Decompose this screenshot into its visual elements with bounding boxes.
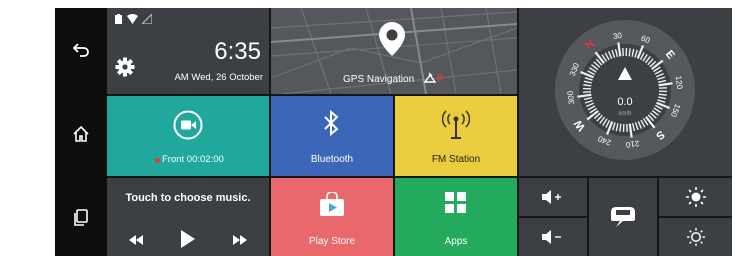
front-camera-tile[interactable]: Front 00:02:00	[107, 96, 269, 176]
speed-value: 0.0	[617, 96, 632, 108]
compass-tile[interactable]: N E S W 30 60 120 150 210 240 300 330 0.0 km/h	[519, 8, 732, 176]
signal-icon	[142, 14, 152, 24]
play-store-label: Play Store	[308, 236, 356, 247]
gps-satellite-count: 0	[437, 73, 443, 84]
music-prompt: Touch to choose music.	[125, 192, 251, 204]
brightness-down-icon	[686, 228, 705, 246]
previous-track-icon[interactable]	[129, 235, 143, 245]
back-button[interactable]	[55, 20, 107, 80]
compass-dial: N E S W 30 60120150210240300330 0.0 km/h	[555, 20, 695, 160]
clock-date: AM Wed, 26 October	[174, 72, 263, 83]
recording-status: Front 00:02:00	[162, 154, 224, 165]
recent-apps-icon	[74, 209, 88, 226]
brightness-up-button[interactable]	[659, 178, 732, 216]
compass-degree-label: 300	[566, 90, 577, 105]
battery-icon	[115, 14, 122, 24]
music-tile[interactable]: Touch to choose music.	[107, 178, 269, 256]
location-pin-icon	[379, 22, 405, 56]
wifi-icon	[127, 14, 138, 24]
bluetooth-icon	[324, 110, 339, 136]
fm-station-label: FM Station	[431, 154, 481, 165]
recording-dot	[155, 158, 160, 163]
play-icon[interactable]	[181, 230, 195, 248]
compass-degree-label: 30	[612, 31, 623, 41]
speed-unit: km/h	[618, 111, 631, 117]
next-track-icon[interactable]	[233, 235, 247, 245]
compass-degree-label: 210	[625, 139, 640, 150]
clock-tile[interactable]: 6:35 AM Wed, 26 October	[107, 8, 269, 94]
bluetooth-label: Bluetooth	[310, 154, 354, 165]
brightness-down-button[interactable]	[659, 218, 732, 256]
car-assist-icon	[611, 207, 635, 227]
apps-label: Apps	[444, 236, 468, 247]
car-assist-button[interactable]	[589, 178, 657, 256]
compass-tick	[583, 84, 592, 87]
compass-tick	[628, 48, 631, 57]
car-launcher-screen: 6:35 AM Wed, 26 October GPS Navigation 0…	[55, 8, 732, 256]
volume-up-icon	[542, 190, 561, 204]
gps-navigation-tile[interactable]: GPS Navigation 0	[271, 8, 517, 94]
video-camera-icon	[173, 110, 203, 140]
compass-tick	[619, 123, 622, 132]
fm-station-tile[interactable]: FM Station	[395, 96, 517, 176]
home-button[interactable]	[55, 104, 107, 164]
back-arrow-icon	[72, 43, 89, 57]
play-store-tile[interactable]: Play Store	[271, 178, 393, 256]
gear-icon[interactable]	[115, 57, 135, 77]
shopping-bag-icon	[320, 192, 344, 216]
volume-down-button[interactable]	[519, 218, 587, 256]
brightness-up-icon	[685, 187, 706, 207]
gps-label: GPS Navigation	[343, 74, 415, 85]
compass-tick	[658, 93, 667, 96]
radio-antenna-icon	[442, 110, 470, 139]
clock-time: 6:35	[214, 38, 261, 65]
apps-tile[interactable]: Apps	[395, 178, 517, 256]
bluetooth-tile[interactable]: Bluetooth	[271, 96, 393, 176]
navigation-bar	[55, 8, 107, 256]
apps-grid-icon	[445, 192, 466, 213]
home-icon	[73, 125, 89, 142]
satellite-icon	[423, 72, 437, 83]
volume-down-icon	[542, 230, 561, 244]
compass-degree-label: 120	[674, 75, 685, 90]
recent-apps-button[interactable]	[55, 188, 107, 248]
volume-up-button[interactable]	[519, 178, 587, 216]
